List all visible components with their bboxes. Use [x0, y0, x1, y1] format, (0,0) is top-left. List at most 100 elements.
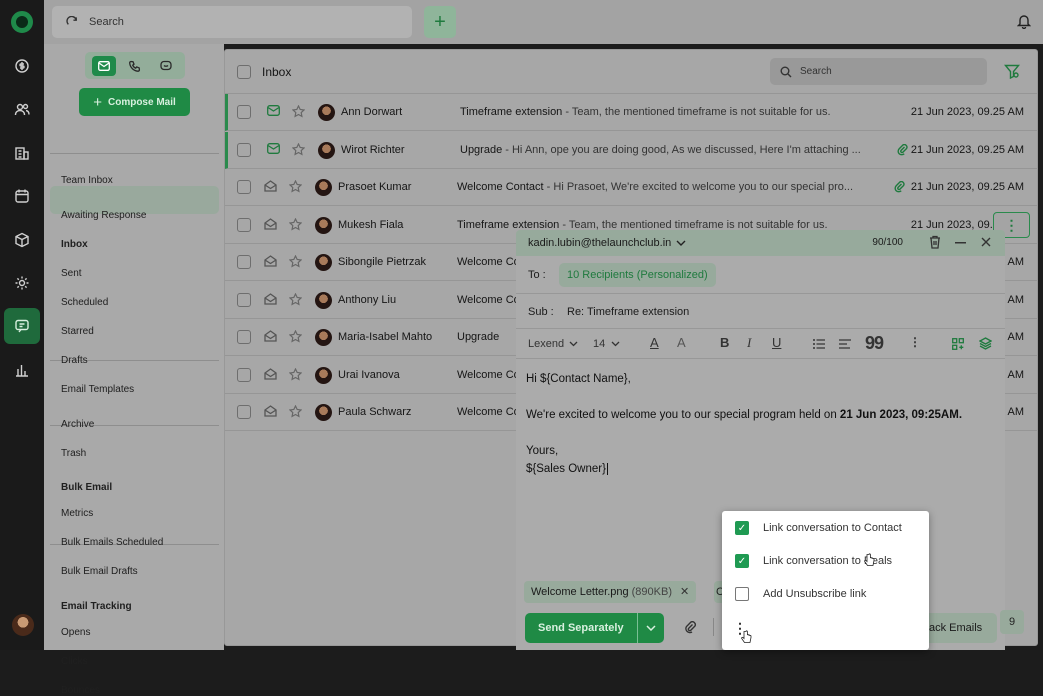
attachment-chip[interactable]: Welcome Letter.png (890KB) ✕: [524, 581, 697, 603]
pointer-cursor-icon: [864, 553, 875, 567]
sidebar-item-sent[interactable]: Sent: [61, 268, 82, 279]
select-all-checkbox[interactable]: [237, 65, 251, 79]
send-separately-button[interactable]: Send Separately: [525, 613, 664, 643]
star-icon[interactable]: [289, 180, 302, 193]
user-avatar[interactable]: [12, 614, 34, 636]
font-size-select[interactable]: 14: [593, 338, 620, 350]
message-body-editor[interactable]: Hi ${Contact Name}, We're excited to wel…: [526, 370, 962, 478]
body-greeting: Hi ${Contact Name},: [526, 373, 631, 385]
row-checkbox[interactable]: [237, 292, 251, 307]
sidebar-item-archive[interactable]: Archive: [61, 419, 94, 430]
close-icon[interactable]: [981, 237, 991, 247]
text-color-icon[interactable]: A: [650, 335, 659, 350]
remove-attachment-icon[interactable]: ✕: [680, 581, 689, 603]
row-checkbox[interactable]: [237, 330, 251, 344]
checkbox-checked-icon[interactable]: ✓: [735, 521, 749, 535]
body-signature: ${Sales Owner}: [526, 460, 962, 478]
star-icon[interactable]: [289, 330, 302, 343]
filter-icon[interactable]: [1004, 64, 1020, 79]
search-icon: [66, 15, 77, 25]
table-row[interactable]: Ann Dorwart Timeframe extension - Team, …: [225, 94, 1037, 131]
star-icon[interactable]: [292, 142, 305, 156]
company-icon[interactable]: [8, 139, 36, 167]
inbox-title: Inbox: [262, 65, 292, 79]
font-family-select[interactable]: Lexend: [528, 338, 578, 350]
align-left-icon[interactable]: [839, 339, 851, 349]
table-row[interactable]: Wirot Richter Upgrade - Hi Ann, ope you …: [225, 131, 1037, 169]
compose-mail-button[interactable]: + Compose Mail: [79, 88, 190, 116]
inbox-search-input[interactable]: Search: [770, 58, 987, 85]
more-options-menu: ✓ Link conversation to Contact ✓ Link conve…: [722, 511, 929, 650]
row-checkbox[interactable]: [237, 142, 251, 157]
sidebar-item-team-inbox[interactable]: Team Inbox: [61, 175, 113, 186]
star-icon[interactable]: [289, 217, 302, 231]
table-row[interactable]: Prasoet Kumar Welcome Contact - Hi Praso…: [225, 169, 1037, 206]
layers-icon[interactable]: [979, 337, 992, 350]
from-account-select[interactable]: kadin.lubin@thelaunchclub.in: [528, 237, 686, 249]
sidebar-item-email-tracking[interactable]: Email Tracking: [61, 601, 132, 612]
global-search-input[interactable]: Search: [52, 6, 412, 38]
delete-trash-icon[interactable]: [929, 235, 941, 249]
row-checkbox[interactable]: [237, 367, 251, 382]
recipients-chip[interactable]: 10 Recipients (Personalized): [559, 263, 716, 287]
sidebar-item-starred[interactable]: Starred: [61, 326, 94, 337]
notification-bell-icon[interactable]: [1017, 13, 1031, 29]
calendar-icon[interactable]: [8, 182, 36, 210]
star-icon[interactable]: [289, 367, 302, 381]
star-icon[interactable]: [289, 405, 302, 418]
send-options-chevron-icon[interactable]: [637, 613, 664, 643]
sidebar-item-drafts[interactable]: Drafts: [61, 355, 88, 366]
contacts-icon[interactable]: [8, 95, 36, 123]
conversations-icon[interactable]: [4, 308, 40, 344]
minimize-icon[interactable]: [955, 242, 966, 244]
star-icon[interactable]: [292, 105, 305, 118]
product-box-icon[interactable]: [8, 226, 36, 254]
italic-icon[interactable]: I: [747, 335, 751, 351]
sidebar-item-clicks[interactable]: Clicks: [61, 656, 88, 667]
menu-item[interactable]: Add Unsubscribe link: [735, 587, 866, 601]
star-icon[interactable]: [289, 255, 302, 268]
bold-icon[interactable]: B: [720, 335, 729, 350]
sidebar-item-bounces[interactable]: Bounces: [61, 685, 100, 696]
sidebar-item-inbox[interactable]: Inbox: [61, 239, 88, 250]
phone-channel-icon[interactable]: [123, 56, 147, 76]
quote-icon[interactable]: 99: [865, 333, 884, 354]
attach-link-icon[interactable]: [684, 621, 698, 635]
preview: Hi Ann, ope you are doing good, As we di…: [511, 143, 861, 156]
sidebar-item-bulk-emails-scheduled[interactable]: Bulk Emails Scheduled: [61, 537, 163, 548]
mail-channel-icon[interactable]: [92, 55, 117, 76]
avatar: [315, 291, 332, 309]
sidebar-item-bulk-email[interactable]: Bulk Email: [61, 482, 112, 493]
checkbox-checked-icon[interactable]: ✓: [735, 554, 749, 568]
sidebar-item-trash[interactable]: Trash: [61, 448, 86, 459]
sidebar-item-bulk-email-drafts[interactable]: Bulk Email Drafts: [61, 566, 138, 577]
row-checkbox[interactable]: [237, 217, 251, 232]
message-date: 21 Jun 2023, 09.25 AM: [910, 181, 1024, 193]
compose-header: kadin.lubin@thelaunchclub.in 90/100: [516, 230, 1005, 256]
add-button[interactable]: +: [424, 6, 456, 38]
menu-item[interactable]: ✓ Link conversation to Contact: [735, 521, 902, 535]
mail-sidebar: + Compose Mail Team Inbox Awaiting Respons…: [44, 44, 224, 696]
chat-channel-icon[interactable]: [154, 56, 178, 76]
star-icon[interactable]: [289, 292, 302, 306]
highlight-color-icon[interactable]: A: [677, 335, 686, 350]
sidebar-item-awaiting-response[interactable]: Awaiting Response: [61, 210, 146, 221]
row-checkbox[interactable]: [237, 405, 251, 419]
checkbox-unchecked-icon[interactable]: [735, 587, 749, 601]
body-text: We're excited to welcome you to our spec…: [526, 409, 840, 421]
sidebar-item-scheduled[interactable]: Scheduled: [61, 297, 108, 308]
row-checkbox[interactable]: [237, 255, 251, 269]
bullet-list-icon[interactable]: [813, 339, 825, 349]
row-checkbox[interactable]: [237, 180, 251, 194]
reports-chart-icon[interactable]: [8, 356, 36, 384]
dollar-icon[interactable]: [8, 52, 36, 80]
underline-icon[interactable]: U: [772, 335, 781, 350]
row-checkbox[interactable]: [237, 105, 251, 119]
settings-gear-icon[interactable]: [8, 269, 36, 297]
sidebar-item-opens[interactable]: Opens: [61, 627, 90, 638]
sidebar-item-metrics[interactable]: Metrics: [61, 508, 93, 519]
template-grid-icon[interactable]: [952, 338, 964, 350]
sidebar-item-email-templates[interactable]: Email Templates: [61, 384, 134, 395]
more-formatting-icon[interactable]: ⋮: [909, 335, 921, 349]
subject-field[interactable]: Re: Timeframe extension: [567, 306, 689, 318]
